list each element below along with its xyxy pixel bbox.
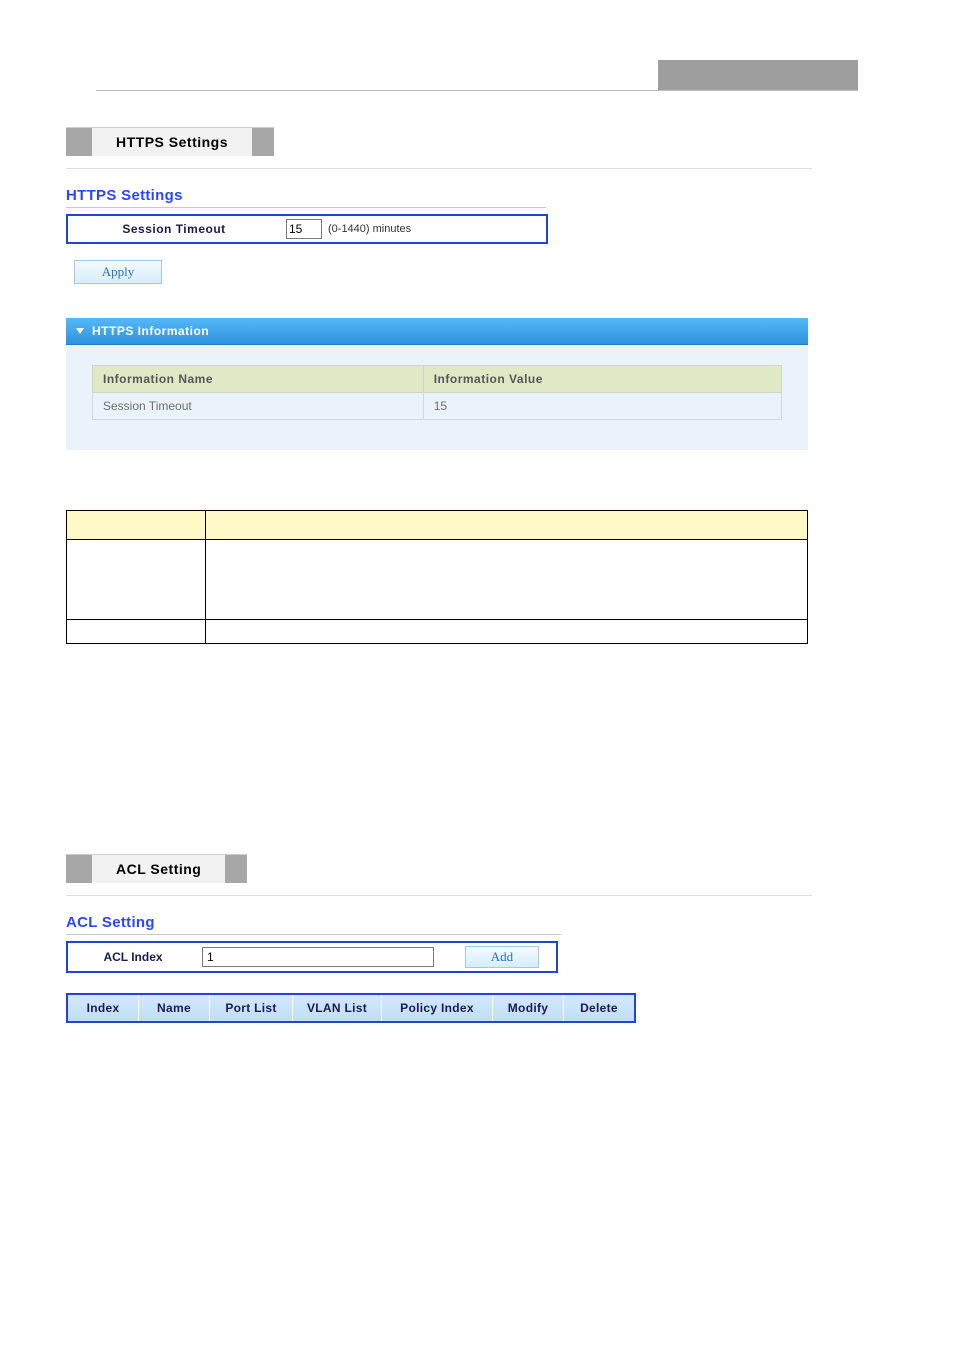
title-bar-right-block	[225, 855, 247, 883]
caret-down-icon	[76, 328, 84, 334]
https-settings-subheading: HTTPS Settings	[66, 187, 894, 204]
table-row: Session Timeout 15	[93, 393, 782, 420]
object-description-table	[66, 510, 808, 644]
title-bar-left-block	[66, 128, 92, 156]
desc-cell	[206, 620, 808, 644]
acl-setting-subheading: ACL Setting	[66, 914, 894, 931]
info-table-header-name: Information Name	[93, 366, 424, 393]
add-button[interactable]: Add	[465, 946, 539, 968]
acl-header-index: Index	[68, 995, 139, 1021]
info-row-name: Session Timeout	[93, 393, 424, 420]
section-divider	[66, 895, 812, 896]
https-information-panel: HTTPS Information Information Name Infor…	[66, 318, 808, 450]
acl-header-portlist: Port List	[210, 995, 293, 1021]
acl-index-input[interactable]	[202, 947, 434, 967]
acl-index-label: ACL Index	[68, 943, 198, 971]
https-section-title-bar: HTTPS Settings	[66, 127, 274, 156]
title-bar-right-block	[252, 128, 274, 156]
session-timeout-row: Session Timeout (0-1440) minutes	[66, 214, 548, 244]
https-section-title: HTTPS Settings	[92, 128, 252, 156]
acl-header-policyindex: Policy Index	[382, 995, 493, 1021]
acl-header-vlanlist: VLAN List	[293, 995, 382, 1021]
acl-header-name: Name	[139, 995, 210, 1021]
acl-index-row: ACL Index Add	[66, 941, 558, 973]
session-timeout-hint: (0-1440) minutes	[328, 223, 411, 235]
title-bar-left-block	[66, 855, 92, 883]
desc-th-right	[206, 511, 808, 540]
info-row-value: 15	[423, 393, 781, 420]
desc-cell	[67, 620, 206, 644]
session-timeout-value-cell: (0-1440) minutes	[280, 216, 421, 242]
https-information-header[interactable]: HTTPS Information	[66, 318, 808, 345]
acl-header-modify: Modify	[493, 995, 564, 1021]
apply-button[interactable]: Apply	[74, 260, 162, 284]
section-divider	[66, 168, 812, 169]
https-information-table: Information Name Information Value Sessi…	[92, 365, 782, 420]
top-gray-block	[658, 60, 858, 90]
session-timeout-label: Session Timeout	[68, 216, 280, 242]
desc-th-left	[67, 511, 206, 540]
acl-list-header-row: Index Name Port List VLAN List Policy In…	[66, 993, 636, 1023]
https-information-title: HTTPS Information	[92, 324, 209, 338]
subheading-rule	[66, 933, 561, 935]
acl-section-title-bar: ACL Setting	[66, 854, 247, 883]
top-rule	[96, 60, 858, 91]
info-table-header-value: Information Value	[423, 366, 781, 393]
desc-cell	[67, 540, 206, 620]
desc-cell	[206, 540, 808, 620]
acl-header-delete: Delete	[564, 995, 634, 1021]
subheading-rule	[66, 206, 546, 208]
session-timeout-input[interactable]	[286, 219, 322, 239]
acl-section-title: ACL Setting	[92, 855, 225, 883]
